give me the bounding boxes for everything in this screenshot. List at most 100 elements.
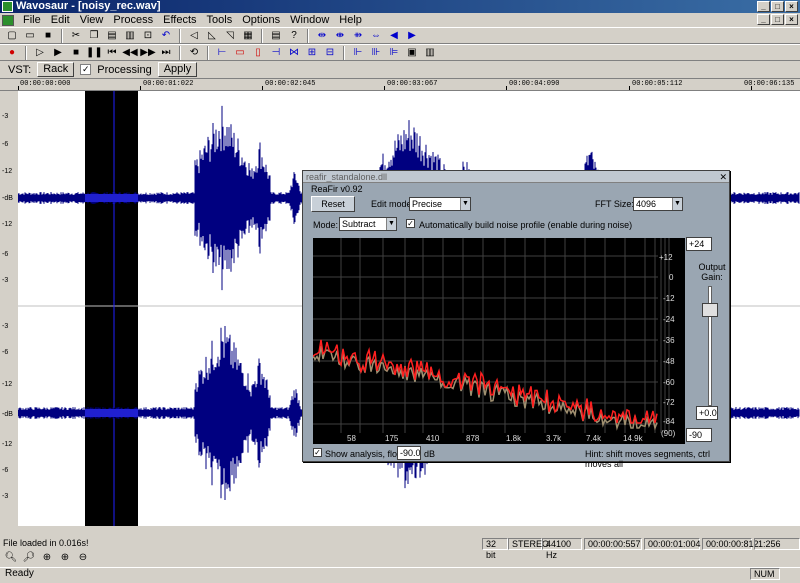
chevron-down-icon: ▼	[386, 218, 396, 230]
copy-icon[interactable]: ❐	[86, 29, 102, 43]
zoom-vertical-in-icon[interactable]: ⊕	[58, 551, 72, 565]
edit-mode-label: Edit mode:	[371, 199, 415, 209]
db-label: -12	[663, 294, 675, 303]
zoom-in-h-icon[interactable]: ⇼	[332, 29, 348, 43]
maximize-button[interactable]: □	[771, 1, 784, 12]
gain-max-field[interactable]: +24	[686, 237, 712, 251]
show-analysis-checkbox[interactable]: ✓	[313, 448, 322, 457]
save-icon[interactable]: ■	[40, 29, 56, 43]
reset-button[interactable]: Reset	[311, 196, 355, 212]
rewind-icon[interactable]: ◀◀	[122, 46, 138, 60]
menu-bar: File Edit View Process Effects Tools Opt…	[0, 13, 800, 27]
play-icon[interactable]: ▶	[50, 46, 66, 60]
help-icon[interactable]: ?	[286, 29, 302, 43]
go-end-icon[interactable]: ⏭	[158, 46, 174, 60]
zoom-out-h-icon[interactable]: ⇻	[350, 29, 366, 43]
play-selection-icon[interactable]: ▷	[32, 46, 48, 60]
fft-size-label: FFT Size:	[595, 199, 634, 209]
close-button[interactable]: ×	[785, 1, 798, 12]
trash-icon[interactable]: ▥	[422, 46, 438, 60]
scroll-right-icon[interactable]: ▶	[404, 29, 420, 43]
menu-tools[interactable]: Tools	[202, 13, 238, 27]
mark-all-icon[interactable]: ⊪	[368, 46, 384, 60]
ready-text: Ready	[5, 568, 34, 579]
mode-select[interactable]: Subtract ▼	[339, 217, 397, 231]
volume-icon[interactable]: ◁	[186, 29, 202, 43]
snap-icon[interactable]: ⊣	[268, 46, 284, 60]
print-icon[interactable]: ▤	[268, 29, 284, 43]
mark-start-icon[interactable]: ⊩	[350, 46, 366, 60]
ruler-label: 00:00:03:067	[387, 80, 438, 88]
output-gain-slider-thumb[interactable]	[702, 303, 718, 317]
freq-label: 3.7k	[546, 434, 562, 443]
minimize-button[interactable]: _	[757, 1, 770, 12]
undo-icon[interactable]: ↶	[158, 29, 174, 43]
auto-noise-checkbox[interactable]: ✓	[406, 219, 415, 228]
spectrum-svg[interactable]	[312, 238, 685, 446]
zoom-out-icon[interactable]: 🔎︎	[22, 551, 36, 565]
menu-view[interactable]: View	[75, 13, 109, 27]
mark-end-icon[interactable]: ⊫	[386, 46, 402, 60]
grid-icon[interactable]: ⊞	[304, 46, 320, 60]
document-icon[interactable]	[2, 14, 14, 26]
position-start: 00:00:00:557	[584, 538, 642, 550]
go-start-icon[interactable]: ⏮	[104, 46, 120, 60]
edit-mode-select[interactable]: Precise ▼	[409, 197, 471, 211]
menu-window[interactable]: Window	[285, 13, 334, 27]
zoom-sel-icon[interactable]: ⇔	[368, 29, 384, 43]
align-icon[interactable]: ⊟	[322, 46, 338, 60]
db-label: -48	[663, 357, 675, 366]
spectrum-display[interactable]	[312, 238, 685, 446]
hint-text: Hint: shift moves segments, ctrl moves a…	[585, 449, 711, 469]
record-icon[interactable]: ●	[4, 46, 20, 60]
app-icon	[2, 1, 13, 12]
region-alt-icon[interactable]: ▯	[250, 46, 266, 60]
gain-value-field[interactable]: +0.0	[696, 406, 718, 420]
stop-icon[interactable]: ■	[68, 46, 84, 60]
zoom-in-icon[interactable]: 🔍︎	[4, 551, 18, 565]
doc-restore-button[interactable]: □	[771, 14, 784, 25]
gain-min-field[interactable]: -90	[686, 428, 712, 442]
menu-file[interactable]: File	[18, 13, 46, 27]
zoom-full-icon[interactable]: ⇹	[314, 29, 330, 43]
menu-effects[interactable]: Effects	[158, 13, 201, 27]
menu-options[interactable]: Options	[237, 13, 285, 27]
paste-mix-icon[interactable]: ▥	[122, 29, 138, 43]
zoom-selection-icon[interactable]: ⊕	[40, 551, 54, 565]
cut-icon[interactable]: ✂	[68, 29, 84, 43]
zoom-ratio: 1:256	[754, 538, 800, 550]
menu-help[interactable]: Help	[334, 13, 367, 27]
fft-size-select[interactable]: 4096 ▼	[633, 197, 683, 211]
rack-button[interactable]: Rack	[37, 62, 75, 77]
menu-edit[interactable]: Edit	[46, 13, 75, 27]
zoom-vertical-out-icon[interactable]: ⊖	[76, 551, 90, 565]
open-folder-icon[interactable]: ▭	[22, 29, 38, 43]
dialog-close-icon[interactable]: ✕	[719, 171, 727, 183]
normalize-icon[interactable]: ▦	[240, 29, 256, 43]
gain-scale: -3 -6 -12 -dB -12 -6 -3 -3 -6 -12 -dB -1…	[0, 91, 18, 526]
scroll-left-icon[interactable]: ◀	[386, 29, 402, 43]
apply-button[interactable]: Apply	[157, 62, 198, 77]
region-icon[interactable]: ▭	[232, 46, 248, 60]
loop-icon[interactable]: ⟲	[186, 46, 202, 60]
freq-label: 58	[347, 434, 356, 443]
fade-in-icon[interactable]: ◺	[204, 29, 220, 43]
split-icon[interactable]: ⋈	[286, 46, 302, 60]
mixer-icon[interactable]: ▣	[404, 46, 420, 60]
doc-close-button[interactable]: ×	[785, 14, 798, 25]
new-file-icon[interactable]: ▢	[4, 29, 20, 43]
pause-icon[interactable]: ❚❚	[86, 46, 103, 60]
fade-out-icon[interactable]: ◹	[222, 29, 238, 43]
marker-icon[interactable]: ⊢	[214, 46, 230, 60]
menu-process[interactable]: Process	[108, 13, 158, 27]
ruler-label: 00:00:05:112	[632, 80, 683, 88]
db-label: -36	[663, 336, 675, 345]
paste-icon[interactable]: ▤	[104, 29, 120, 43]
processing-checkbox[interactable]: ✓	[80, 64, 92, 75]
forward-icon[interactable]: ▶▶	[140, 46, 156, 60]
doc-minimize-button[interactable]: _	[757, 14, 770, 25]
crop-icon[interactable]: ⊡	[140, 29, 156, 43]
time-ruler[interactable]: 00:00:00:000 00:00:01:022 00:00:02:045 0…	[0, 79, 800, 91]
vst-label: VST:	[8, 63, 32, 76]
floor-field[interactable]: -90.0	[397, 446, 421, 460]
